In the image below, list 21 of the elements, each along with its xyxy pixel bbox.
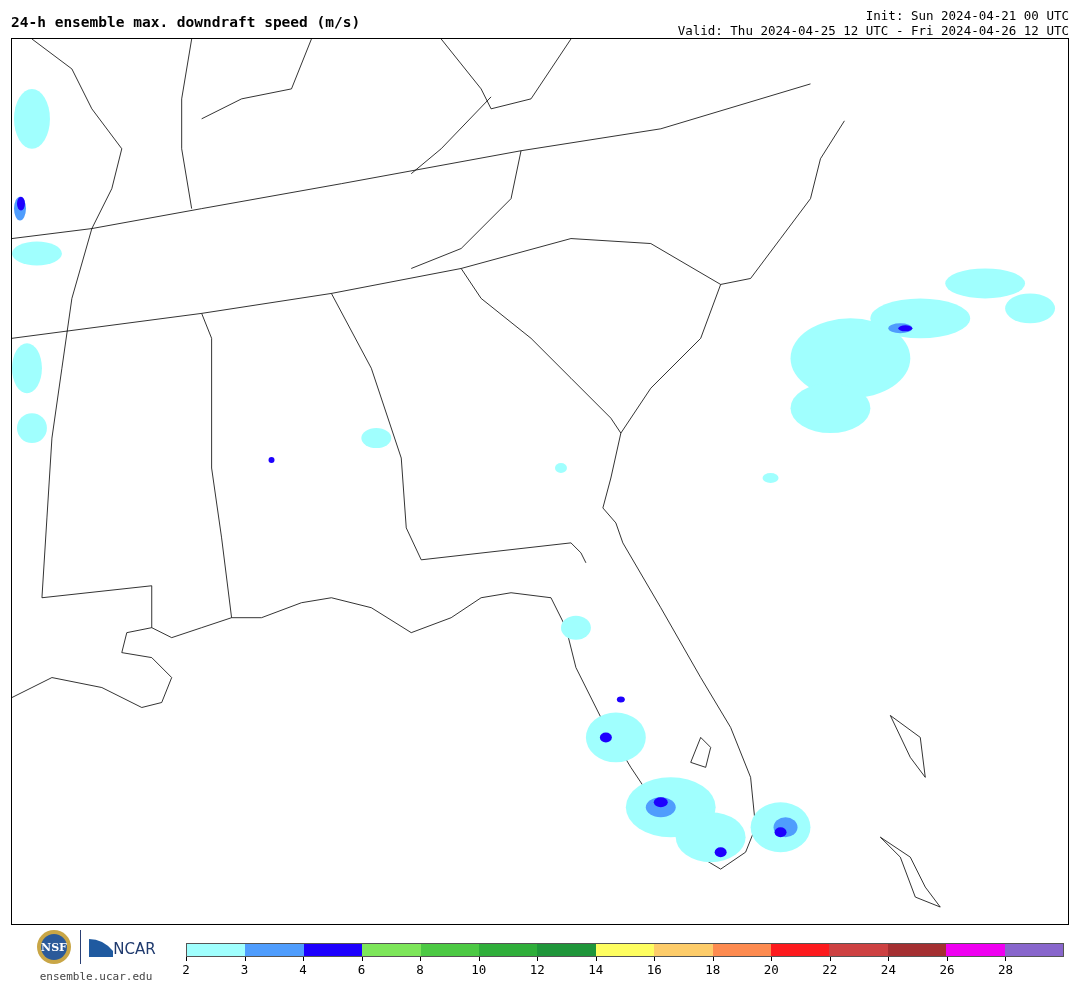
scale-tick-label: 26 (939, 963, 955, 977)
scale-tick-label: 8 (416, 963, 424, 977)
scale-tick-label: 12 (529, 963, 545, 977)
scale-tick-label: 10 (471, 963, 487, 977)
nsf-logo: NSF (36, 929, 73, 965)
scale-tick-label: 4 (299, 963, 307, 977)
website-url: ensemble.ucar.edu (39, 969, 153, 985)
chart-title: 24-h ensemble max. downdraft speed (m/s) (11, 13, 361, 33)
valid-time-label: Valid: Thu 2024-04-25 12 UTC - Fri 2024-04-26 12 UTC (677, 23, 1069, 38)
scale-tick-label: 6 (357, 963, 366, 977)
scale-tick-label: 2 (182, 963, 190, 977)
scale-tick-label: 16 (646, 963, 662, 977)
scale-tick-label: 20 (763, 963, 779, 977)
scale-tick-label: 28 (997, 963, 1013, 977)
scale-tick-label: 22 (822, 963, 838, 977)
scale-tick-label: 14 (588, 963, 604, 977)
init-time-label: Init: Sun 2024-04-21 00 UTC (865, 8, 1069, 23)
scale-tick-label: 24 (880, 963, 896, 977)
scale-tick-label: 3 (240, 963, 249, 977)
ncar-logo: NCAR (89, 937, 156, 957)
scale-tick-label: 18 (705, 963, 721, 977)
